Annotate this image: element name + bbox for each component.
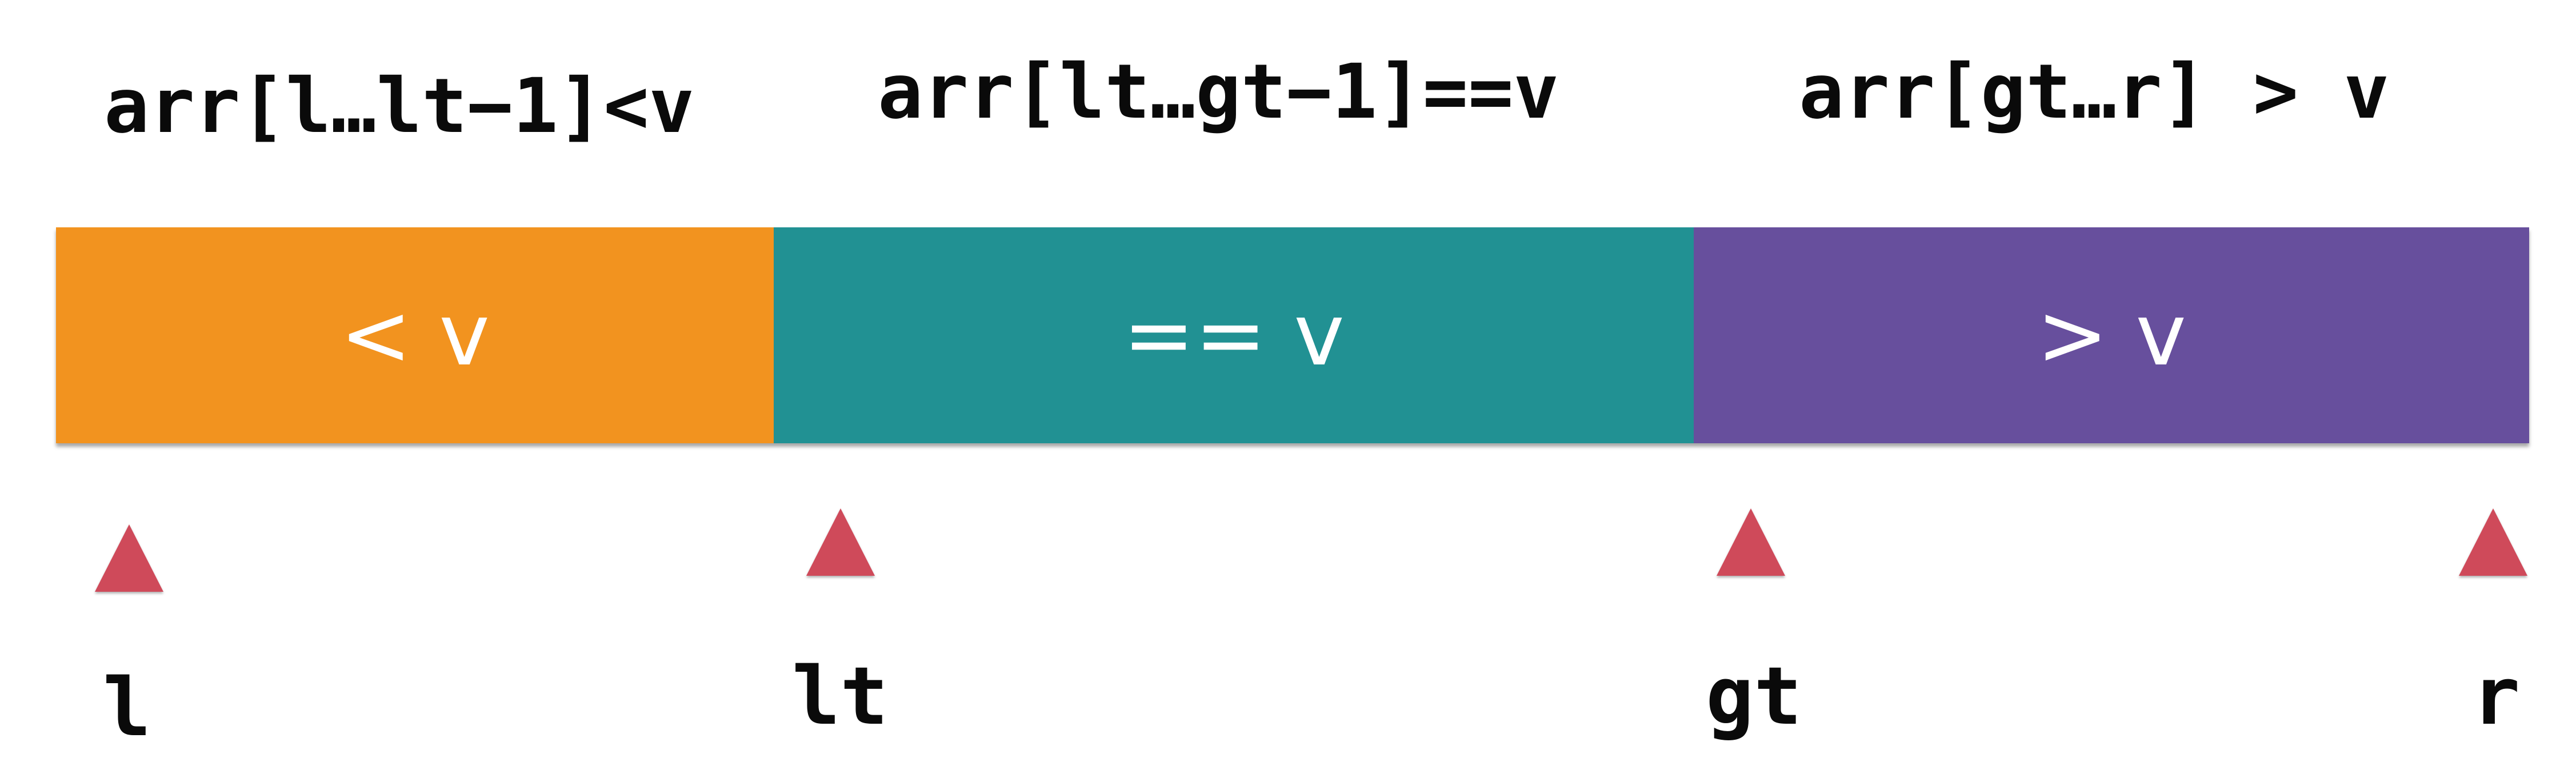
pointer-label-gt: gt [1706, 650, 1802, 743]
pointer-r-arrow-icon [2459, 508, 2527, 576]
pointer-lt-arrow-icon [806, 508, 875, 576]
range-label-less: arr[l…lt−1]<v [104, 62, 695, 150]
partition-bar: < v == v > v [56, 227, 2529, 443]
segment-equal: == v [774, 227, 1694, 443]
range-label-greater: arr[gt…r] > v [1799, 48, 2390, 136]
segment-less-than: < v [56, 227, 774, 443]
pointer-label-lt: lt [792, 650, 889, 743]
pointer-label-r: r [2472, 650, 2521, 743]
pointer-label-l: l [103, 661, 151, 755]
range-label-equal: arr[lt…gt−1]==v [878, 48, 1559, 136]
pointer-l-arrow-icon [95, 524, 163, 592]
segment-greater-than: > v [1694, 227, 2529, 443]
pointer-gt-arrow-icon [1717, 508, 1785, 576]
